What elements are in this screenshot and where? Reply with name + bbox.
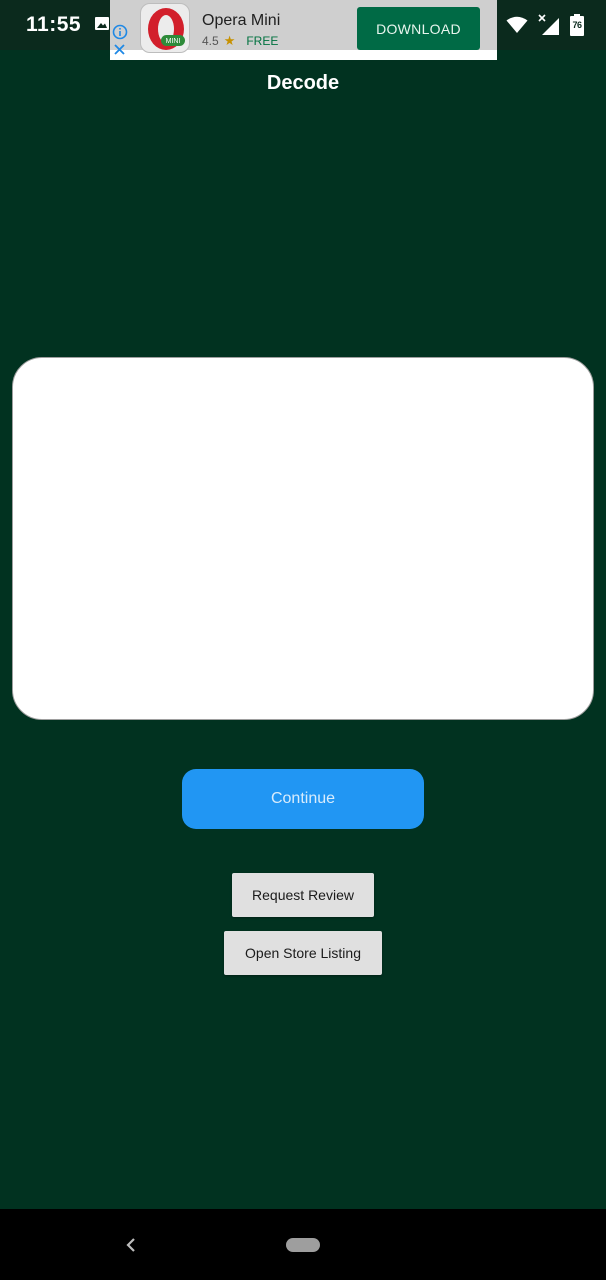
opera-logo-icon: MINI xyxy=(148,8,185,50)
wifi-icon xyxy=(506,16,528,33)
status-time: 11:55 xyxy=(26,13,82,36)
ad-app-name[interactable]: Opera Mini xyxy=(202,12,280,30)
info-icon[interactable] xyxy=(112,24,128,40)
star-icon: ★ xyxy=(223,33,236,48)
opera-mini-app-icon[interactable]: MINI xyxy=(140,3,190,53)
ad-price: FREE xyxy=(246,34,279,48)
app-screen: 11:55 76 MINI Opera Mini 4.5 ★ FREE DOWN… xyxy=(0,0,606,1280)
home-pill-icon[interactable] xyxy=(286,1238,320,1252)
ad-rating: 4.5 xyxy=(202,34,219,48)
close-icon[interactable] xyxy=(113,43,126,56)
signal-icon xyxy=(538,14,559,35)
request-review-button[interactable]: Request Review xyxy=(232,873,374,917)
open-store-listing-button[interactable]: Open Store Listing xyxy=(224,931,382,975)
battery-level: 76 xyxy=(572,20,582,30)
opera-mini-badge: MINI xyxy=(166,38,181,45)
page-title: Decode xyxy=(266,72,340,94)
decode-text-input[interactable] xyxy=(12,357,594,720)
ad-rating-row: 4.5 ★ FREE xyxy=(202,33,278,49)
navigation-bar xyxy=(0,1209,606,1280)
battery-icon: 76 xyxy=(570,14,584,36)
image-icon xyxy=(95,17,109,30)
continue-button[interactable]: Continue xyxy=(182,769,424,829)
ad-banner[interactable]: MINI Opera Mini 4.5 ★ FREE DOWNLOAD xyxy=(110,0,497,60)
back-icon[interactable] xyxy=(122,1235,140,1255)
ad-download-button[interactable]: DOWNLOAD xyxy=(357,7,480,50)
